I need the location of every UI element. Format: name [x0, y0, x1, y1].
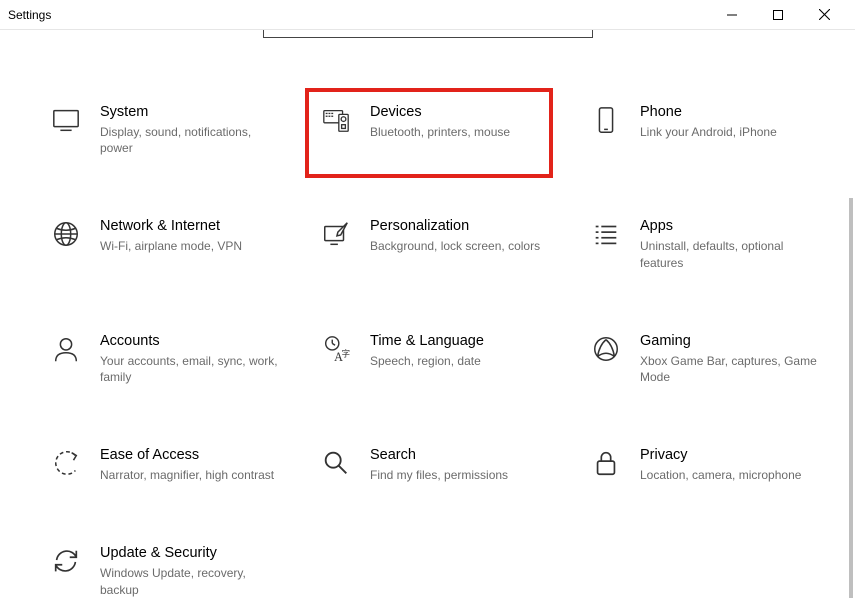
svg-text:字: 字	[342, 348, 350, 358]
update-icon	[48, 543, 84, 579]
tile-ease-of-access[interactable]: Ease of Access Narrator, magnifier, high…	[48, 445, 298, 483]
tile-desc: Windows Update, recovery, backup	[100, 565, 280, 597]
tile-title: Time & Language	[370, 333, 484, 349]
search-input[interactable]	[263, 30, 593, 38]
tile-desc: Speech, region, date	[370, 353, 484, 369]
tile-search[interactable]: Search Find my files, permissions	[318, 445, 568, 483]
tile-desc: Your accounts, email, sync, work, family	[100, 353, 280, 385]
tile-title: Gaming	[640, 333, 820, 349]
tile-title: Network & Internet	[100, 218, 242, 234]
gaming-icon	[588, 331, 624, 367]
tile-desc: Bluetooth, printers, mouse	[370, 124, 510, 140]
privacy-icon	[588, 445, 624, 481]
tile-title: Privacy	[640, 447, 801, 463]
tile-desc: Uninstall, defaults, optional features	[640, 238, 820, 270]
vertical-scrollbar[interactable]	[849, 198, 853, 598]
tile-title: Update & Security	[100, 545, 280, 561]
apps-icon	[588, 216, 624, 252]
search-icon	[318, 445, 354, 481]
tile-time-language[interactable]: A 字 Time & Language Speech, region, date	[318, 331, 568, 385]
accounts-icon	[48, 331, 84, 367]
tile-title: Ease of Access	[100, 447, 274, 463]
tile-desc: Location, camera, microphone	[640, 467, 801, 483]
tile-title: Phone	[640, 104, 777, 120]
titlebar: Settings	[0, 0, 855, 30]
close-button[interactable]	[801, 0, 847, 30]
tile-title: Apps	[640, 218, 820, 234]
globe-icon	[48, 216, 84, 252]
tile-desc: Wi-Fi, airplane mode, VPN	[100, 238, 242, 254]
tile-desc: Background, lock screen, colors	[370, 238, 540, 254]
tile-system[interactable]: System Display, sound, notifications, po…	[48, 102, 298, 156]
tile-privacy[interactable]: Privacy Location, camera, microphone	[588, 445, 838, 483]
search-area	[0, 30, 855, 42]
devices-icon	[318, 102, 354, 138]
tile-desc: Link your Android, iPhone	[640, 124, 777, 140]
tile-title: Devices	[370, 104, 510, 120]
tile-desc: Xbox Game Bar, captures, Game Mode	[640, 353, 820, 385]
tile-title: Personalization	[370, 218, 540, 234]
settings-grid: System Display, sound, notifications, po…	[48, 102, 815, 598]
tile-personalization[interactable]: Personalization Background, lock screen,…	[318, 216, 568, 270]
minimize-button[interactable]	[709, 0, 755, 30]
tile-devices[interactable]: Devices Bluetooth, printers, mouse	[318, 102, 568, 156]
ease-of-access-icon	[48, 445, 84, 481]
maximize-button[interactable]	[755, 0, 801, 30]
time-language-icon: A 字	[318, 331, 354, 367]
settings-content: System Display, sound, notifications, po…	[0, 42, 855, 598]
tile-title: Search	[370, 447, 508, 463]
system-icon	[48, 102, 84, 138]
personalization-icon	[318, 216, 354, 252]
tile-phone[interactable]: Phone Link your Android, iPhone	[588, 102, 838, 156]
tile-apps[interactable]: Apps Uninstall, defaults, optional featu…	[588, 216, 838, 270]
tile-desc: Find my files, permissions	[370, 467, 508, 483]
tile-title: Accounts	[100, 333, 280, 349]
phone-icon	[588, 102, 624, 138]
tile-gaming[interactable]: Gaming Xbox Game Bar, captures, Game Mod…	[588, 331, 838, 385]
tile-accounts[interactable]: Accounts Your accounts, email, sync, wor…	[48, 331, 298, 385]
window-title: Settings	[8, 8, 51, 22]
tile-desc: Narrator, magnifier, high contrast	[100, 467, 274, 483]
tile-network[interactable]: Network & Internet Wi-Fi, airplane mode,…	[48, 216, 298, 270]
tile-title: System	[100, 104, 280, 120]
tile-desc: Display, sound, notifications, power	[100, 124, 280, 156]
tile-update-security[interactable]: Update & Security Windows Update, recove…	[48, 543, 298, 597]
